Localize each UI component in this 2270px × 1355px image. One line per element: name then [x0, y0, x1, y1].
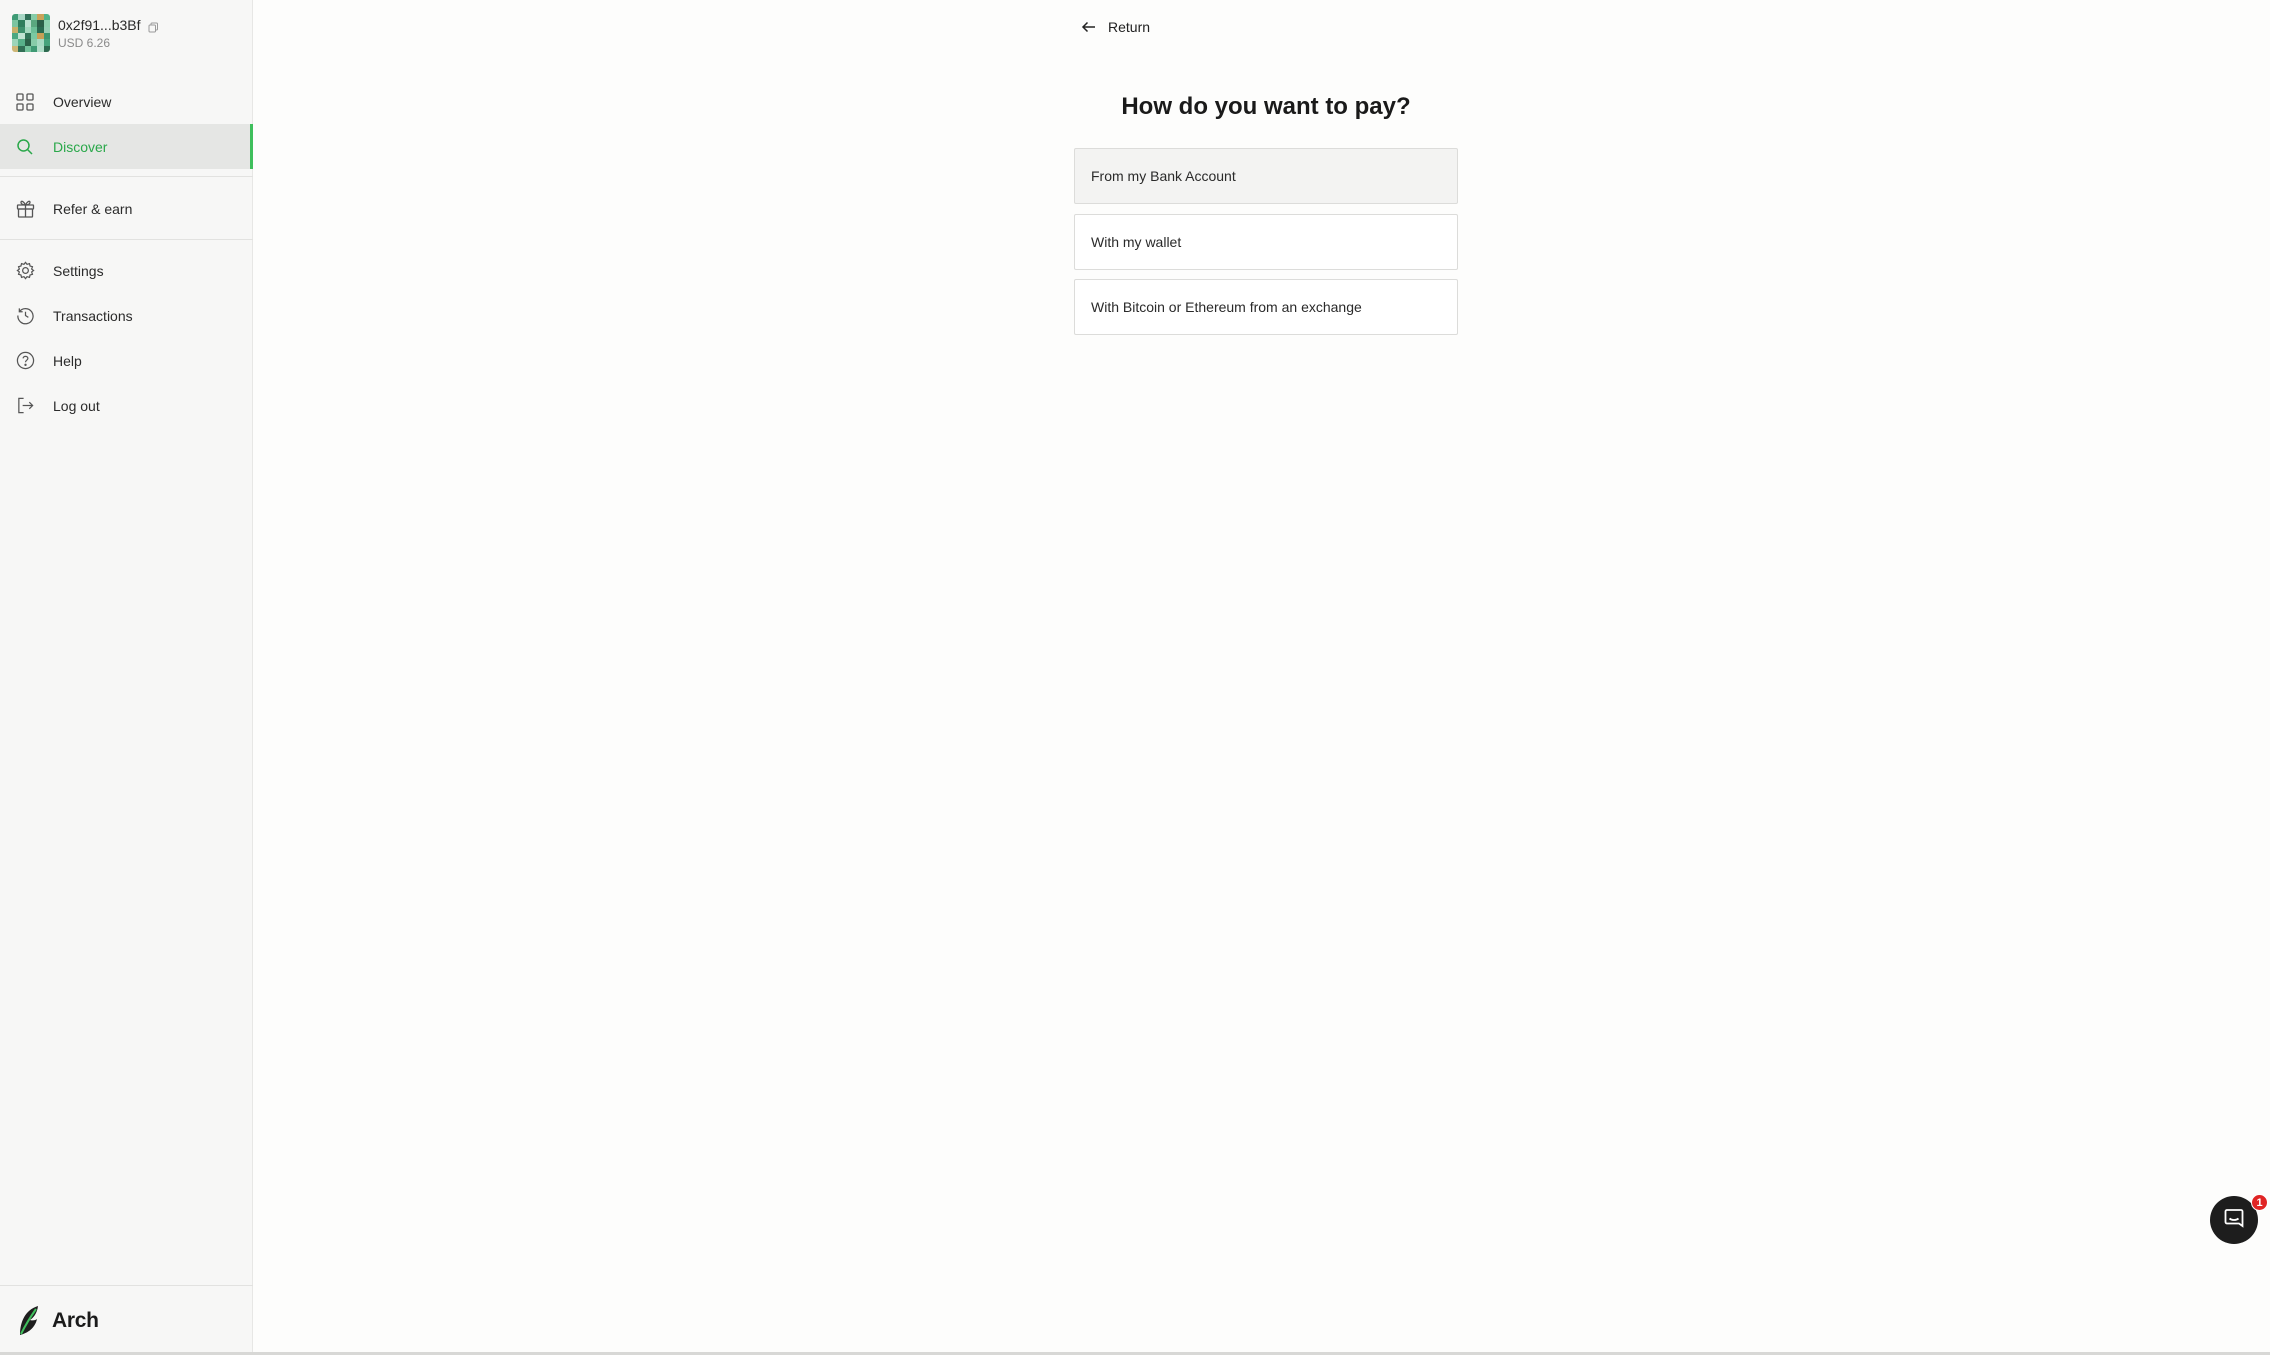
account-address-row: 0x2f91...b3Bf — [58, 17, 159, 33]
notification-badge: 1 — [2251, 1194, 2268, 1211]
history-icon — [15, 306, 35, 326]
search-icon — [15, 137, 35, 157]
return-button[interactable]: Return — [1080, 18, 1150, 36]
sidebar-item-label: Overview — [53, 93, 112, 110]
option-label: With my wallet — [1091, 234, 1182, 250]
help-icon — [15, 351, 35, 371]
account-balance: USD 6.26 — [58, 36, 111, 50]
sidebar-item-label: Refer & earn — [53, 200, 133, 217]
logout-icon — [15, 396, 35, 416]
sidebar-item-settings[interactable]: Settings — [0, 248, 253, 293]
grid-icon — [15, 92, 35, 112]
gear-icon — [15, 261, 35, 281]
brand-name: Arch — [52, 1308, 99, 1332]
sidebar-item-label: Help — [53, 352, 82, 369]
divider — [0, 239, 253, 240]
brand[interactable]: Arch — [0, 1285, 253, 1355]
divider — [0, 176, 253, 177]
option-label: From my Bank Account — [1091, 168, 1236, 184]
account-header[interactable]: 0x2f91...b3Bf USD 6.26 — [12, 14, 159, 52]
page-title: How do you want to pay? — [1121, 93, 1411, 120]
account-address: 0x2f91...b3Bf — [58, 17, 141, 33]
sidebar-item-help[interactable]: Help — [0, 338, 253, 383]
copy-icon[interactable] — [148, 20, 159, 32]
sidebar-item-label: Log out — [53, 397, 100, 414]
sidebar-item-logout[interactable]: Log out — [0, 383, 253, 428]
sidebar: 0x2f91...b3Bf USD 6.26 Overview Discover… — [0, 0, 253, 1355]
chat-icon — [2223, 1207, 2245, 1234]
payment-option-wallet[interactable]: With my wallet — [1074, 214, 1458, 270]
payment-option-bank[interactable]: From my Bank Account — [1074, 148, 1458, 204]
avatar — [12, 14, 50, 52]
sidebar-item-transactions[interactable]: Transactions — [0, 293, 253, 338]
arrow-left-icon — [1080, 18, 1098, 36]
sidebar-item-label: Settings — [53, 262, 104, 279]
sidebar-item-overview[interactable]: Overview — [0, 79, 253, 124]
account-info: 0x2f91...b3Bf USD 6.26 — [58, 17, 159, 50]
sidebar-item-discover[interactable]: Discover — [0, 124, 253, 169]
sidebar-item-label: Discover — [53, 138, 108, 155]
gift-icon — [15, 199, 35, 219]
option-label: With Bitcoin or Ethereum from an exchang… — [1091, 299, 1362, 315]
avatar-pixel — [43, 45, 50, 52]
payment-option-exchange[interactable]: With Bitcoin or Ethereum from an exchang… — [1074, 279, 1458, 335]
arch-logo-icon — [17, 1304, 43, 1338]
return-label: Return — [1108, 19, 1151, 35]
sidebar-item-label: Transactions — [53, 307, 133, 324]
sidebar-item-refer[interactable]: Refer & earn — [0, 186, 253, 231]
